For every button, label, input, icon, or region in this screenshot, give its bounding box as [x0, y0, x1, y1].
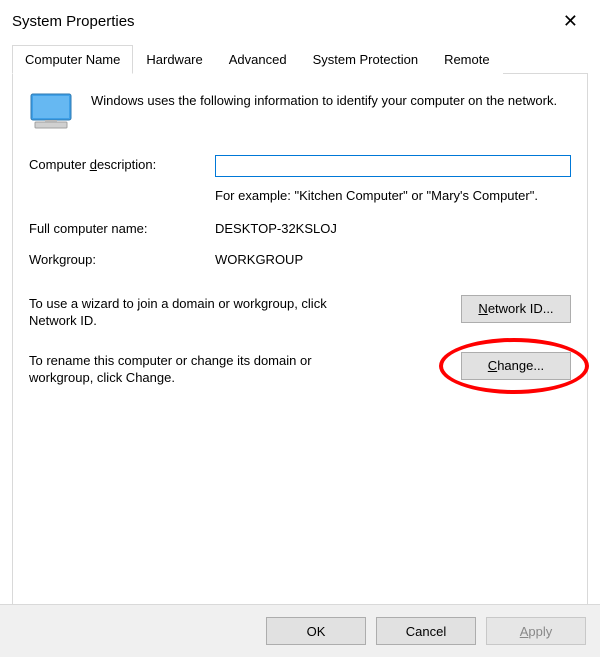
tabstrip: Computer Name Hardware Advanced System P… — [12, 44, 588, 74]
monitor-icon — [29, 92, 77, 137]
full-computer-name-value: DESKTOP-32KSLOJ — [215, 219, 571, 236]
tab-remote[interactable]: Remote — [431, 45, 503, 74]
cancel-button[interactable]: Cancel — [376, 617, 476, 645]
ok-button[interactable]: OK — [266, 617, 366, 645]
computer-description-label: Computer description: — [29, 155, 209, 172]
tab-advanced[interactable]: Advanced — [216, 45, 300, 74]
intro-text: Windows uses the following information t… — [91, 92, 571, 110]
apply-button: Apply — [486, 617, 586, 645]
network-id-text: To use a wizard to join a domain or work… — [29, 295, 369, 330]
tab-panel-computer-name: Windows uses the following information t… — [12, 74, 588, 606]
computer-description-input[interactable] — [215, 155, 571, 177]
tab-system-protection[interactable]: System Protection — [300, 45, 432, 74]
dialog-footer: OK Cancel Apply — [0, 604, 600, 657]
window-title: System Properties — [12, 13, 135, 30]
close-icon[interactable]: ✕ — [553, 8, 588, 34]
tab-hardware[interactable]: Hardware — [133, 45, 215, 74]
computer-description-hint: For example: "Kitchen Computer" or "Mary… — [215, 187, 571, 205]
network-id-button[interactable]: Network ID... — [461, 295, 571, 323]
tab-computer-name[interactable]: Computer Name — [12, 45, 133, 74]
change-button[interactable]: Change... — [461, 352, 571, 380]
full-computer-name-label: Full computer name: — [29, 219, 209, 236]
change-text: To rename this computer or change its do… — [29, 352, 369, 387]
workgroup-label: Workgroup: — [29, 250, 209, 267]
workgroup-value: WORKGROUP — [215, 250, 571, 267]
